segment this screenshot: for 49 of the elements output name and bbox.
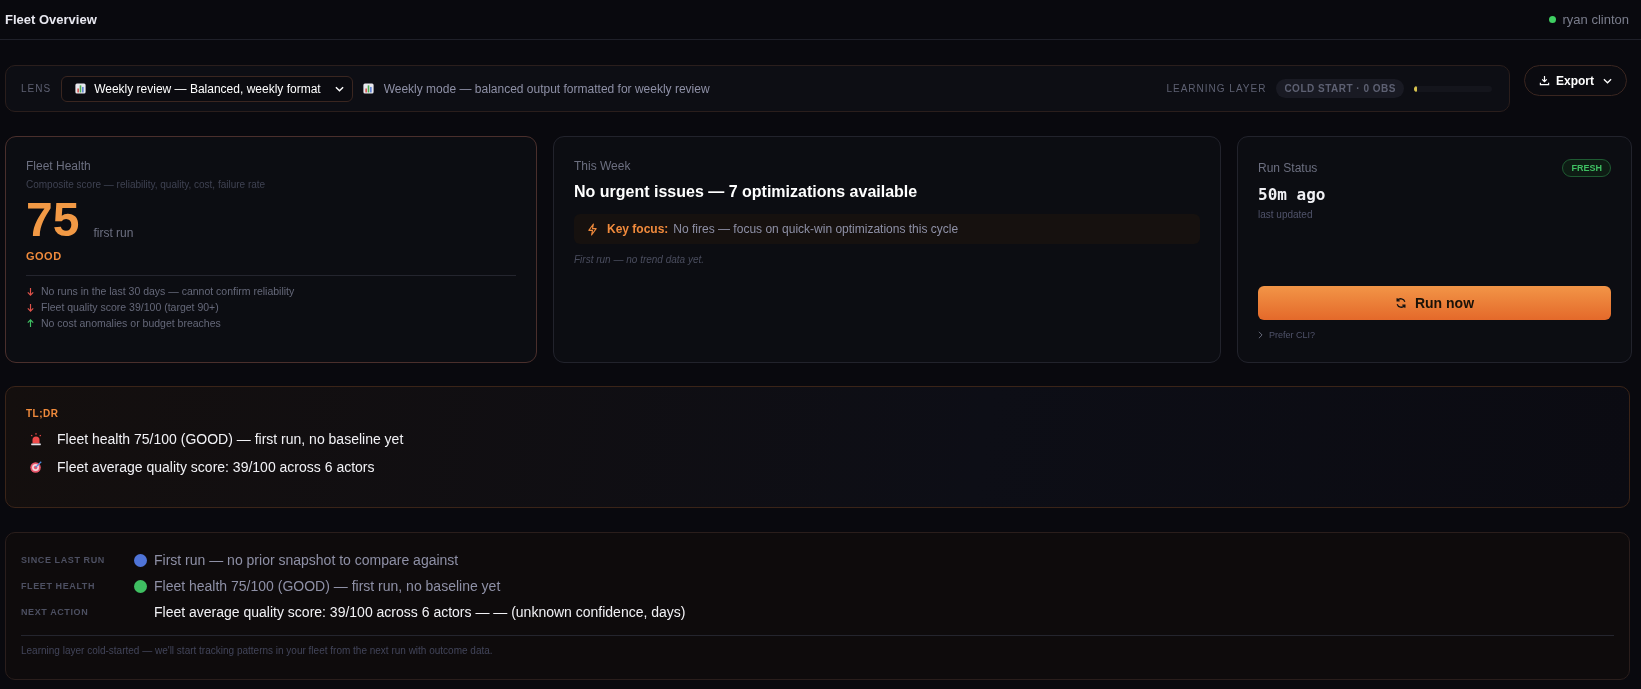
summary-footnote: Learning layer cold-started — we'll start tracking patterns in your fleet from the next run with outcome data. bbox=[21, 645, 494, 656]
health-score: 75 bbox=[26, 196, 80, 244]
siren-icon bbox=[29, 432, 43, 446]
summary-text: First run — no prior snapshot to compare against bbox=[154, 552, 459, 568]
lens-select[interactable]: Weekly review — Balanced, weekly format bbox=[61, 75, 353, 102]
card-title: This Week bbox=[574, 159, 632, 173]
summary-label: NEXT ACTION bbox=[21, 607, 90, 617]
chevron-down-icon bbox=[1603, 77, 1612, 84]
lens-label: LENS bbox=[21, 83, 52, 94]
tldr-item-text: Fleet health 75/100 (GOOD) — first run, no baseline yet bbox=[57, 431, 404, 447]
target-icon bbox=[29, 460, 43, 474]
bar-chart-icon bbox=[362, 83, 374, 94]
summary-text: Fleet average quality score: 39/100 across 6 actors — — (unknown confidence, days) bbox=[154, 604, 686, 620]
arrow-down-icon bbox=[26, 302, 35, 312]
download-icon bbox=[1539, 75, 1550, 86]
learning-status-badge: COLD START · 0 OBS bbox=[1276, 79, 1404, 98]
page-title: Fleet Overview bbox=[5, 12, 97, 27]
lens-description: Weekly mode — balanced output formatted for weekly review bbox=[383, 81, 710, 96]
tldr-label: TL;DR bbox=[26, 408, 60, 419]
arrow-down-icon bbox=[26, 286, 35, 296]
bar-chart-icon bbox=[75, 83, 87, 94]
key-focus-text: No fires — focus on quick-win optimizations this cycle bbox=[673, 222, 959, 236]
learning-layer-label: LEARNING LAYER bbox=[1166, 83, 1267, 94]
chevron-right-icon bbox=[1258, 331, 1263, 339]
refresh-icon bbox=[1394, 297, 1407, 309]
fresh-badge: FRESH bbox=[1562, 159, 1611, 177]
card-title: Run Status bbox=[1258, 161, 1318, 175]
reason-text: Fleet quality score 39/100 (target 90+) bbox=[41, 301, 219, 313]
card-subtitle: Composite score — reliability, quality, cost, failure rate bbox=[26, 179, 267, 190]
arrow-up-icon bbox=[26, 318, 35, 328]
summary-label: FLEET HEALTH bbox=[21, 581, 97, 591]
tldr-item-text: Fleet average quality score: 39/100 across 6 actors bbox=[57, 459, 375, 475]
card-title: Fleet Health bbox=[26, 159, 92, 173]
export-button[interactable]: Export bbox=[1524, 65, 1627, 96]
run-age-label: last updated bbox=[1258, 209, 1314, 220]
reason-text: No runs in the last 30 days — cannot confirm reliability bbox=[41, 285, 295, 297]
health-grade: GOOD bbox=[26, 250, 63, 262]
reason-text: No cost anomalies or budget breaches bbox=[41, 317, 221, 329]
trend-note: First run — no trend data yet. bbox=[574, 254, 706, 265]
key-focus-label: Key focus: bbox=[607, 222, 669, 236]
score-note: first run bbox=[93, 226, 134, 242]
run-age: 50m ago bbox=[1258, 185, 1327, 204]
week-headline: No urgent issues — 7 optimizations available bbox=[574, 183, 919, 201]
run-now-button[interactable]: Run now bbox=[1258, 286, 1611, 320]
summary-text: Fleet health 75/100 (GOOD) — first run, no baseline yet bbox=[154, 578, 501, 594]
user-name[interactable]: ryan clinton bbox=[1562, 12, 1629, 27]
summary-label: SINCE LAST RUN bbox=[21, 555, 106, 565]
lightning-icon bbox=[587, 222, 598, 236]
chevron-down-icon bbox=[334, 85, 344, 92]
